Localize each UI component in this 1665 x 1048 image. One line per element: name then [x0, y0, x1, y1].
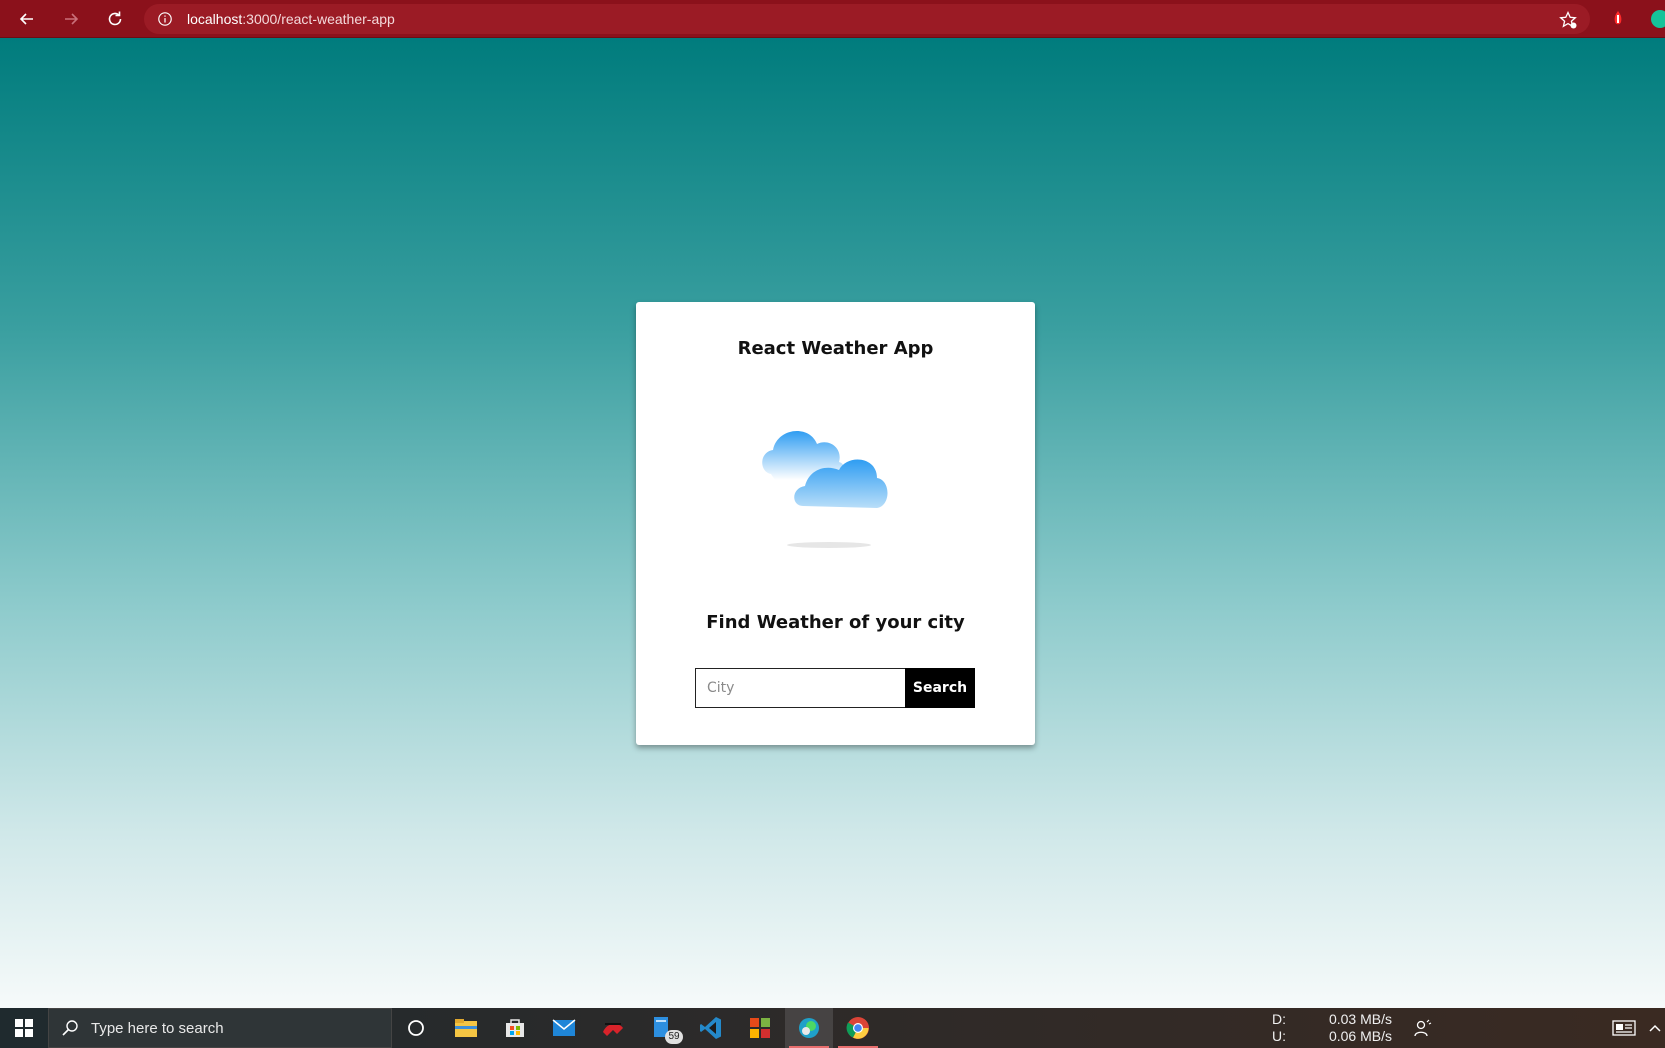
news-widget-icon[interactable]: [1612, 1018, 1636, 1038]
notes-badge: 59: [665, 1030, 683, 1044]
app-icon: [603, 1023, 623, 1036]
store-icon: [506, 1019, 524, 1037]
city-input[interactable]: [695, 668, 905, 708]
start-button[interactable]: [0, 1008, 48, 1048]
taskbar-vscode[interactable]: [687, 1008, 735, 1048]
network-speeds: 0.03 MB/s 0.06 MB/s: [1326, 1011, 1392, 1045]
city-search-form: Search: [695, 668, 975, 708]
back-arrow-icon: [19, 13, 33, 25]
vscode-icon: [700, 1017, 721, 1039]
reload-button[interactable]: [98, 5, 132, 33]
download-label: D:: [1272, 1011, 1286, 1027]
weather-app-page: React Weather App Find Weather of your c…: [0, 38, 1665, 1008]
app-title: React Weather App: [737, 338, 934, 359]
mail-icon: [552, 1019, 576, 1036]
cloud-icon: [762, 431, 888, 548]
file-explorer-icon: [455, 1019, 477, 1037]
forward-button[interactable]: [54, 5, 88, 33]
taskbar-notes[interactable]: 59: [638, 1008, 686, 1048]
cortana-circle-icon: [408, 1020, 424, 1036]
reload-icon: [108, 11, 122, 26]
cortana-button[interactable]: [392, 1008, 440, 1048]
taskbar-app[interactable]: [589, 1008, 637, 1048]
forward-arrow-icon: [65, 13, 79, 25]
taskbar-chrome[interactable]: [834, 1008, 882, 1048]
browser-toolbar: localhost:3000/react-weather-app: [0, 0, 1665, 38]
taskbar-file-explorer[interactable]: [442, 1008, 490, 1048]
taskbar: Type here to search 59 D: U: 0.03 MB/s 0…: [0, 1008, 1665, 1048]
taskbar-office[interactable]: [736, 1008, 784, 1048]
windows-logo-icon: [15, 1019, 33, 1037]
url-path: :3000/react-weather-app: [242, 11, 395, 27]
people-icon[interactable]: [1413, 1018, 1433, 1038]
taskbar-search-placeholder: Type here to search: [91, 1019, 224, 1037]
site-info-icon[interactable]: [156, 10, 174, 28]
taskbar-edge[interactable]: [785, 1008, 833, 1048]
edge-icon: [799, 1018, 819, 1038]
taskbar-search-box[interactable]: Type here to search: [48, 1008, 392, 1048]
back-button[interactable]: [10, 5, 44, 33]
network-labels: D: U:: [1272, 1011, 1286, 1045]
download-speed: 0.03 MB/s: [1328, 1011, 1392, 1027]
upload-label: U:: [1272, 1028, 1286, 1044]
weather-card: React Weather App Find Weather of your c…: [636, 302, 1035, 745]
find-weather-heading: Find Weather of your city: [706, 612, 965, 633]
taskbar-mail[interactable]: [540, 1008, 588, 1048]
address-bar[interactable]: localhost:3000/react-weather-app: [144, 4, 1590, 34]
chrome-icon: [846, 1017, 869, 1039]
chevron-up-icon[interactable]: [1648, 1018, 1662, 1038]
url-host: localhost: [187, 11, 243, 27]
search-button[interactable]: Search: [905, 668, 975, 708]
extension-icon[interactable]: [1608, 9, 1628, 29]
grammarly-extension-icon[interactable]: [1650, 9, 1665, 29]
url-text[interactable]: localhost:3000/react-weather-app: [187, 11, 395, 27]
office-icon: [750, 1018, 770, 1038]
search-icon: [62, 1020, 78, 1036]
upload-speed: 0.06 MB/s: [1328, 1028, 1392, 1044]
favorite-star-icon[interactable]: [1558, 10, 1578, 30]
taskbar-store[interactable]: [491, 1008, 539, 1048]
